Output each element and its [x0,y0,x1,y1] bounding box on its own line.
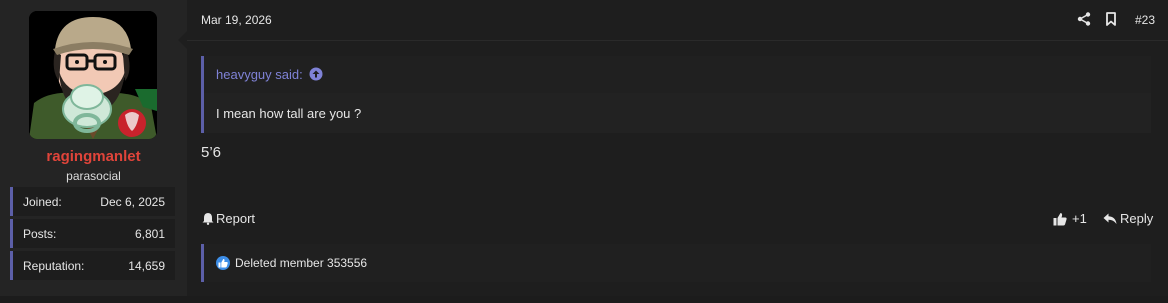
like-reaction-icon [216,256,230,270]
stat-value: 14,659 [128,259,165,273]
reply-label: Reply [1120,211,1154,226]
avatar-image [29,11,157,139]
share-icon[interactable] [1077,12,1091,26]
quote-author[interactable]: heavyguy said: [216,67,303,82]
quote-text: I mean how tall are you ? [216,106,362,121]
stat-value: Dec 6, 2025 [100,195,165,209]
report-label: Report [216,211,256,226]
sidebar-pointer [178,31,187,49]
post-number[interactable]: #23 [1135,13,1155,27]
user-title: parasocial [66,169,121,183]
stat-value[interactable]: 6,801 [135,227,165,241]
thumbs-up-icon [1053,212,1067,225]
like-button[interactable]: +1 [1053,211,1087,226]
post-message: 5’6 [201,144,222,161]
user-sidebar: ragingmanlet parasocial Joined: Dec 6, 2… [0,0,187,296]
post-date[interactable]: Mar 19, 2026 [201,13,272,27]
like-count: +1 [1072,211,1087,226]
reactions-summary: Deleted member 353556 [216,256,367,270]
stat-posts: Posts: 6,801 [10,219,175,248]
stat-label: Posts: [23,227,57,241]
quote-header: heavyguy said: [204,56,1151,93]
username[interactable]: ragingmanlet [0,148,187,165]
quote-block: heavyguy said: I mean how tall are you ? [201,56,1151,133]
reply-icon [1103,213,1117,224]
reply-button[interactable]: Reply [1103,211,1153,226]
jump-to-quote-icon[interactable] [309,67,323,81]
bell-icon [202,213,214,225]
stat-label: Joined: [23,195,62,209]
stat-joined: Joined: Dec 6, 2025 [10,187,175,216]
post-main: Mar 19, 2026 #23 heavyguy said: I mean h… [187,0,1168,296]
avatar[interactable] [29,11,157,139]
reactions-bar[interactable]: Deleted member 353556 [201,244,1151,282]
stat-reputation: Reputation: 14,659 [10,251,175,280]
reactions-text[interactable]: Deleted member 353556 [235,256,367,270]
stat-label: Reputation: [23,259,85,273]
bookmark-icon[interactable] [1104,12,1118,26]
report-button[interactable]: Report [202,211,255,226]
forum-post: ragingmanlet parasocial Joined: Dec 6, 2… [0,0,1168,303]
post-header: Mar 19, 2026 #23 [187,0,1168,41]
